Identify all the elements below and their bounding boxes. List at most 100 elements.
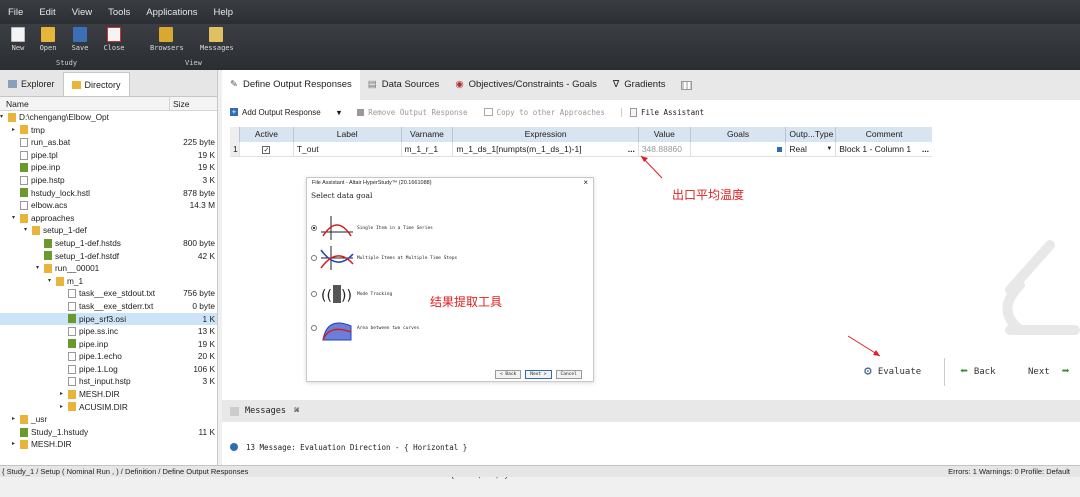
add-icon: + [230, 108, 238, 116]
tree-row[interactable]: pipe.1.echo 20 K [0, 350, 217, 363]
dialog-cancel-button[interactable]: Cancel [555, 370, 582, 379]
expression-edit-button[interactable]: ... [628, 142, 635, 156]
tree-row[interactable]: ▸ tmp [0, 124, 217, 137]
goals-cell[interactable] [691, 142, 787, 156]
tree-row[interactable]: pipe.1.Log 106 K [0, 363, 217, 376]
dialog-next-button[interactable]: Next > [525, 370, 552, 379]
remove-output-response-button[interactable]: Remove Output Response [349, 108, 475, 117]
add-output-response-button[interactable]: + Add Output Response ▼ [222, 108, 349, 117]
expand-arrow-icon[interactable]: ▸ [12, 413, 20, 426]
tab-extra[interactable] [673, 70, 700, 100]
tab-gradients[interactable]: ∇ Gradients [605, 70, 674, 100]
tree-row[interactable]: pipe.inp 19 K [0, 161, 217, 174]
tab-objectives-constraints[interactable]: ◉ Objectives/Constraints - Goals [447, 70, 605, 100]
messages-button[interactable]: Messages [200, 27, 234, 52]
active-checkbox[interactable]: ✓ [240, 142, 294, 156]
file-size [169, 212, 217, 225]
tree-row[interactable]: setup_1-def.hstds 800 byte [0, 237, 217, 250]
tree-row[interactable]: ▾ approaches [0, 212, 217, 225]
column-name[interactable]: Name [0, 97, 169, 110]
tree-row[interactable]: pipe.ss.inc 13 K [0, 325, 217, 338]
save-button[interactable]: Save [64, 27, 96, 52]
expand-arrow-icon[interactable]: ▸ [60, 388, 68, 401]
menu-item[interactable]: Tools [100, 7, 138, 18]
tree-row[interactable]: setup_1-def.hstdf 42 K [0, 250, 217, 263]
expand-arrow-icon[interactable]: ▸ [12, 438, 20, 451]
file-name: task__exe_stderr.txt [79, 300, 154, 311]
tree-row[interactable]: run_as.bat 225 byte [0, 136, 217, 149]
comment-cell[interactable]: Block 1 - Column 1... [836, 142, 932, 156]
file-size [169, 388, 217, 401]
tree-row-name: ▸ tmp [0, 124, 169, 137]
tree-row[interactable]: ▾ m_1 [0, 275, 217, 288]
tree-row[interactable]: hst_input.hstp 3 K [0, 375, 217, 388]
expand-arrow-icon[interactable]: ▾ [36, 262, 44, 275]
tree-row-name: hstudy_lock.hstl [0, 187, 169, 200]
menu-item[interactable]: View [64, 7, 100, 18]
tab-define-output-responses[interactable]: ✎ Define Output Responses [222, 70, 360, 100]
save-icon [73, 27, 87, 42]
column-size[interactable]: Size [169, 97, 217, 110]
menu-item[interactable]: Applications [138, 7, 205, 18]
tree-row-name: elbow.acs [0, 199, 169, 212]
tree-row-name: setup_1-def.hstds [0, 237, 169, 250]
tree-row[interactable]: pipe.inp 19 K [0, 338, 217, 351]
close-messages-button[interactable]: ⌘ [294, 406, 299, 416]
back-button[interactable]: ⬅ Back [960, 364, 996, 379]
mode-tracking-icon: (()) [321, 285, 352, 304]
tree-row[interactable]: ▸ _usr [0, 413, 217, 426]
tree-row[interactable]: ▾ run__00001 [0, 262, 217, 275]
label-cell[interactable]: T_out [294, 142, 402, 156]
varname-cell[interactable]: m_1_r_1 [402, 142, 454, 156]
menu-item[interactable]: File [0, 7, 31, 18]
expand-arrow-icon[interactable]: ▾ [48, 275, 56, 288]
option-multiple-items[interactable]: Multiple Items at Multiple Time Steps [311, 244, 457, 272]
tree-row[interactable]: ▸ MESH.DIR [0, 438, 217, 451]
output-type-select[interactable]: Real ▼ [786, 142, 837, 156]
option-area-between-curves[interactable]: Area between two curves [311, 314, 419, 342]
expand-arrow-icon[interactable]: ▾ [24, 224, 32, 237]
tree-row[interactable]: ▾ D:\chengang\Elbow_Opt [0, 111, 217, 124]
expand-arrow-icon[interactable]: ▸ [60, 401, 68, 414]
response-toolbar: + Add Output Response ▼ Remove Output Resp… [222, 100, 1080, 124]
tab-explorer[interactable]: Explorer [0, 72, 63, 96]
tab-data-sources[interactable]: ▤ Data Sources [360, 70, 448, 100]
hyperstudy-file-icon [20, 427, 28, 437]
table-row[interactable]: 1 ✓ T_out m_1_r_1 m_1_ds_1[numpts(m_1_ds… [230, 142, 932, 157]
expand-arrow-icon[interactable]: ▾ [12, 212, 20, 225]
tree-row[interactable]: pipe.hstp 3 K [0, 174, 217, 187]
file-assistant-button[interactable]: File Assistant [620, 107, 712, 117]
tree-row[interactable]: task__exe_stderr.txt 0 byte [0, 300, 217, 313]
expand-arrow-icon[interactable]: ▸ [12, 124, 20, 137]
tab-directory[interactable]: Directory [62, 72, 130, 96]
new-button[interactable]: New [2, 27, 34, 52]
tree-row-name: pipe.tpl [0, 149, 169, 162]
tree-row[interactable]: pipe_srf3.osi 1 K [0, 312, 217, 326]
menu-item[interactable]: Edit [31, 7, 63, 18]
tree-row[interactable]: ▸ ACUSIM.DIR [0, 401, 217, 414]
next-button[interactable]: Next ➡ [1028, 364, 1070, 379]
expand-arrow-icon[interactable]: ▾ [0, 111, 8, 124]
file-name: elbow.acs [31, 200, 68, 211]
dialog-back-button[interactable]: < Back [495, 370, 522, 379]
file-icon [20, 175, 28, 185]
open-button[interactable]: Open [32, 27, 64, 52]
tree-row[interactable]: pipe.tpl 19 K [0, 149, 217, 162]
tree-row[interactable]: Study_1.hstudy 11 K [0, 426, 217, 439]
evaluate-button[interactable]: ⚙ Evaluate [864, 364, 921, 379]
option-single-item[interactable]: Single Item in a Time Series [311, 214, 433, 242]
tree-row[interactable]: hstudy_lock.hstl 878 byte [0, 187, 217, 200]
menu-item[interactable]: Help [206, 7, 242, 18]
expression-cell[interactable]: m_1_ds_1[numpts(m_1_ds_1)-1]... [453, 142, 639, 156]
browsers-button[interactable]: Browsers [150, 27, 184, 52]
tree-row[interactable]: ▸ MESH.DIR [0, 388, 217, 401]
messages-icon [230, 406, 239, 416]
close-button[interactable]: Close [98, 27, 130, 52]
tree-row[interactable]: elbow.acs 14.3 M [0, 199, 217, 212]
tree-row[interactable]: ▾ setup_1-def [0, 224, 217, 237]
copy-to-approaches-button[interactable]: Copy to other Approaches [476, 108, 613, 117]
dialog-close-button[interactable]: × [583, 178, 588, 188]
group-view: View [185, 59, 202, 67]
option-mode-tracking[interactable]: (()) Mode Tracking [311, 280, 392, 308]
tree-row[interactable]: task__exe_stdout.txt 756 byte [0, 287, 217, 300]
